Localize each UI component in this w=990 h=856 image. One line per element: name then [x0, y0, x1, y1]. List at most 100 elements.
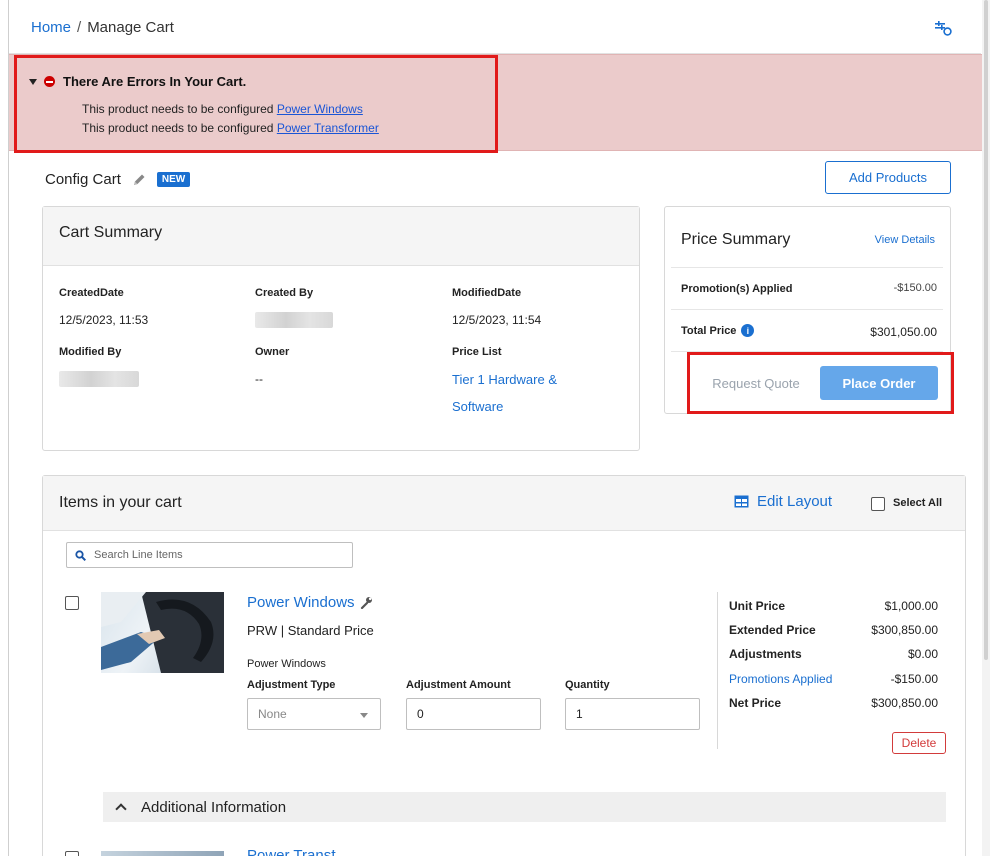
owner-label: Owner — [255, 346, 290, 358]
breadcrumb-home-link[interactable]: Home — [31, 19, 71, 36]
unit-price-value: $1,000.00 — [884, 599, 938, 613]
pencil-icon[interactable] — [131, 172, 147, 188]
net-price-value: $300,850.00 — [871, 696, 938, 710]
table-layout-icon — [734, 495, 749, 508]
modified-by-redacted — [59, 371, 139, 387]
product-image — [101, 592, 224, 673]
created-by-redacted — [255, 312, 333, 328]
cart-summary-title: Cart Summary — [59, 224, 163, 241]
total-price-label: Total Price — [681, 324, 737, 337]
quantity-label: Quantity — [565, 679, 610, 691]
promotions-applied-value: -$150.00 — [890, 672, 938, 686]
adjustment-amount-label: Adjustment Amount — [406, 679, 511, 691]
items-title: Items in your cart — [59, 494, 182, 511]
line-item-checkbox[interactable] — [65, 596, 79, 610]
adjustment-type-select[interactable]: None — [247, 698, 381, 730]
request-quote-button[interactable]: Request Quote — [706, 367, 806, 399]
error-line-text: This product needs to be configured — [82, 102, 274, 116]
dropdown-arrow-icon — [360, 713, 368, 718]
total-price-label-group: Total Price i — [681, 324, 755, 337]
adjustment-amount-value: 0 — [417, 707, 424, 721]
additional-information-label: Additional Information — [141, 798, 287, 816]
additional-information-toggle[interactable]: Additional Information — [103, 792, 946, 822]
items-header: Items in your cart Edit Layout Select Al… — [43, 476, 965, 531]
created-date-label: CreatedDate — [59, 287, 124, 299]
view-details-link[interactable]: View Details — [875, 234, 935, 246]
price-summary-title: Price Summary — [681, 231, 791, 248]
unit-price-label: Unit Price — [729, 599, 786, 613]
modified-by-label: Modified By — [59, 346, 122, 358]
price-list-link-line2[interactable]: Software — [452, 399, 503, 414]
error-line: This product needs to be configured Powe… — [82, 121, 379, 135]
breadcrumb-separator: / — [77, 19, 82, 36]
info-icon[interactable]: i — [741, 324, 755, 337]
promotions-row: Promotion(s) Applied -$150.00 — [671, 267, 943, 307]
adjustment-type-label: Adjustment Type — [247, 679, 336, 691]
wrench-icon[interactable] — [360, 596, 373, 609]
error-line: This product needs to be configured Powe… — [82, 102, 363, 116]
chevron-up-icon — [115, 803, 127, 815]
product-name-link[interactable]: Power Windows — [247, 594, 355, 611]
next-product-name-link[interactable]: Power Transf... — [247, 850, 348, 856]
search-placeholder: Search Line Items — [94, 549, 183, 561]
error-banner: There Are Errors In Your Cart. This prod… — [9, 54, 990, 153]
promotions-value: -$150.00 — [893, 282, 937, 294]
owner-value: -- — [255, 372, 263, 386]
price-column-divider — [717, 592, 718, 749]
promotions-label: Promotion(s) Applied — [681, 283, 793, 295]
extended-price-value: $300,850.00 — [871, 623, 938, 637]
cart-title-row: Config Cart NEW — [45, 171, 191, 188]
product-image — [101, 851, 224, 856]
created-date-value: 12/5/2023, 11:53 — [59, 313, 149, 327]
error-stop-icon — [44, 76, 55, 87]
error-header[interactable]: There Are Errors In Your Cart. — [29, 74, 246, 89]
net-price-label: Net Price — [729, 696, 782, 710]
promotions-applied-link[interactable]: Promotions Applied — [729, 672, 832, 686]
created-by-label: Created By — [255, 287, 314, 299]
error-product-link[interactable]: Power Transformer — [277, 121, 379, 135]
line-item-checkbox[interactable] — [65, 851, 79, 856]
search-line-items-input[interactable]: Search Line Items — [66, 542, 353, 568]
select-all-label: Select All — [893, 497, 943, 509]
new-badge: NEW — [156, 172, 191, 187]
extended-price-label: Extended Price — [729, 623, 816, 637]
breadcrumb-current: Manage Cart — [87, 19, 174, 36]
price-list-label: Price List — [452, 346, 502, 358]
product-subtitle: PRW | Standard Price — [247, 623, 374, 638]
total-price-value: $301,050.00 — [870, 325, 937, 339]
edit-layout-label: Edit Layout — [757, 493, 833, 510]
filter-settings-icon[interactable] — [934, 20, 952, 36]
adjustment-amount-input[interactable]: 0 — [406, 698, 541, 730]
adjustments-value: $0.00 — [907, 647, 938, 661]
modified-date-label: ModifiedDate — [452, 287, 522, 299]
breadcrumb: Home / Manage Cart — [31, 19, 174, 36]
product-description: Power Windows — [247, 658, 326, 670]
select-all-checkbox[interactable] — [871, 497, 885, 511]
quantity-input[interactable]: 1 — [565, 698, 700, 730]
delete-button[interactable]: Delete — [892, 732, 946, 754]
cart-summary-card: Cart Summary CreatedDate 12/5/2023, 11:5… — [42, 206, 640, 451]
edit-layout-button[interactable]: Edit Layout — [734, 493, 832, 510]
search-icon — [75, 549, 86, 561]
quantity-value: 1 — [576, 707, 583, 721]
cart-name: Config Cart — [45, 171, 121, 188]
scrollbar-thumb[interactable] — [984, 0, 988, 660]
page-scrollbar[interactable] — [982, 0, 990, 856]
caret-down-icon[interactable] — [29, 78, 37, 85]
car-interior-image — [101, 592, 224, 673]
place-order-button[interactable]: Place Order — [820, 366, 938, 400]
top-bar: Home / Manage Cart — [9, 0, 981, 54]
cart-summary-header: Cart Summary — [43, 207, 639, 266]
page-frame: Home / Manage Cart There Are Errors In You… — [8, 0, 990, 856]
adjustments-label: Adjustments — [729, 647, 802, 661]
total-price-row: Total Price i $301,050.00 — [671, 309, 943, 351]
error-title: There Are Errors In Your Cart. — [63, 74, 247, 89]
error-line-text: This product needs to be configured — [82, 121, 274, 135]
add-products-button[interactable]: Add Products — [825, 161, 951, 194]
product-name-group: Power Windows — [247, 594, 373, 611]
modified-date-value: 12/5/2023, 11:54 — [452, 313, 542, 327]
price-list-link-line1[interactable]: Tier 1 Hardware & — [452, 372, 557, 387]
error-highlight-box: There Are Errors In Your Cart. This prod… — [14, 55, 498, 153]
error-product-link[interactable]: Power Windows — [277, 102, 363, 116]
order-actions-highlight: Request Quote Place Order — [687, 352, 954, 414]
